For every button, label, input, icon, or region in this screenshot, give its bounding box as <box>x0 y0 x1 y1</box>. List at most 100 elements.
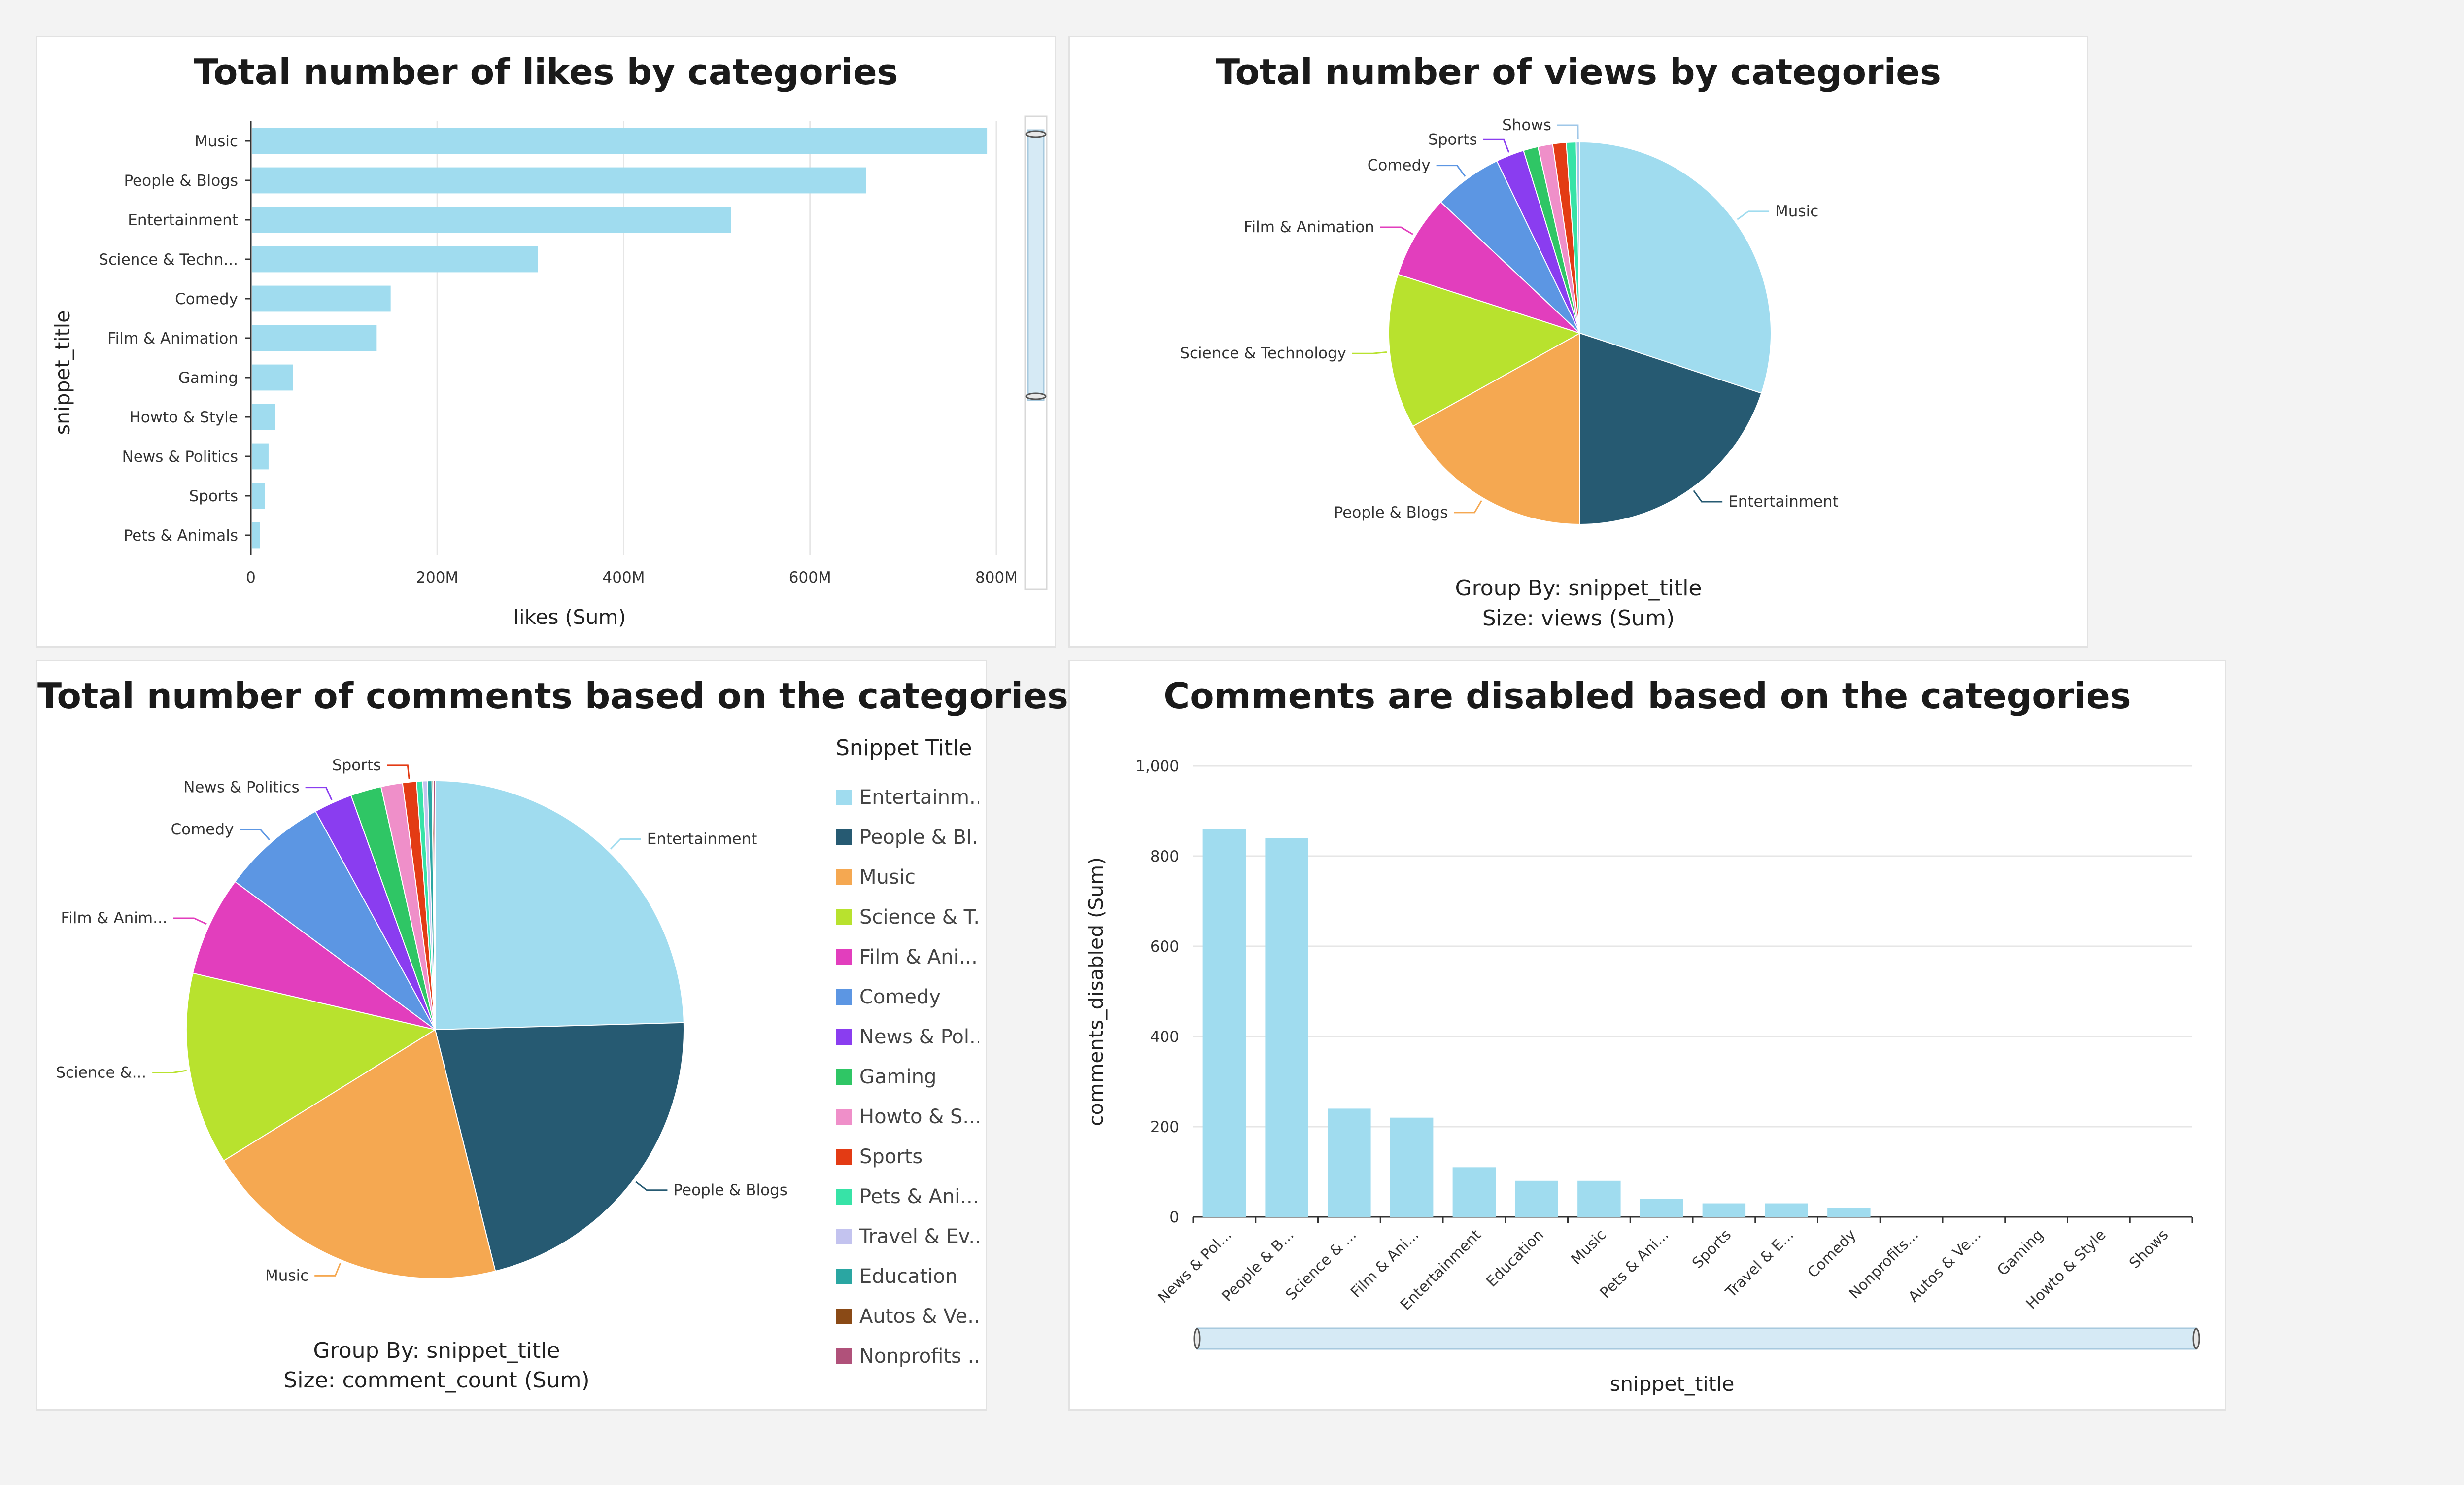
legend-item[interactable]: Music <box>836 857 979 897</box>
bar[interactable] <box>1515 1180 1558 1217</box>
legend-item[interactable]: Travel & Ev... <box>836 1216 979 1256</box>
legend-item[interactable]: Gaming <box>836 1057 979 1097</box>
y-tick-label: 800 <box>1150 848 1179 865</box>
legend-item[interactable]: Pets & Ani... <box>836 1176 979 1216</box>
views-group-by: Group By: snippet_title <box>1455 576 1702 601</box>
legend-item[interactable]: Comedy <box>836 977 979 1017</box>
comments-chart-panel: Total number of comments based on the ca… <box>36 660 1068 1411</box>
y-tick-label: 1,000 <box>1135 758 1179 775</box>
bar[interactable] <box>252 404 275 430</box>
legend-label: News & Pol... <box>859 1025 979 1048</box>
legend-item[interactable]: Sports <box>836 1137 979 1176</box>
bar[interactable] <box>1452 1167 1496 1217</box>
legend-swatch <box>836 949 852 965</box>
legend-item[interactable]: Autos & Ve... <box>836 1296 979 1336</box>
legend-swatch <box>836 1348 852 1364</box>
legend-swatch <box>836 1228 852 1244</box>
bar[interactable] <box>252 483 265 509</box>
pie-slice-label: Comedy <box>1368 157 1431 174</box>
scrollbar-thumb[interactable] <box>1196 1327 2197 1350</box>
legend-label: Film & Ani... <box>859 945 978 968</box>
legend-swatch <box>836 1188 852 1205</box>
pie-leader-line <box>1557 124 1579 139</box>
legend-title: Snippet Title <box>836 735 972 760</box>
legend-items[interactable]: Entertainm... People & Bl... Music Science … <box>836 777 979 1376</box>
legend-swatch <box>836 789 852 805</box>
legend-item[interactable]: Education <box>836 1256 979 1296</box>
legend-item[interactable]: Entertainm... <box>836 777 979 817</box>
scrollbar-handle-right[interactable] <box>2192 1328 2200 1349</box>
pie-slice[interactable] <box>435 780 684 1031</box>
y-tick-label: 400 <box>1150 1028 1179 1046</box>
pie-slice-label: Sports <box>332 757 381 774</box>
x-tick-label: 400M <box>603 569 645 587</box>
disabled-chart-panel: Comments are disabled based on the categ… <box>1068 660 2226 1411</box>
bar[interactable] <box>1765 1203 1808 1217</box>
legend-label: Nonprofits ... <box>859 1345 979 1368</box>
bar[interactable] <box>1328 1108 1371 1217</box>
legend-label: Howto & S... <box>859 1105 979 1128</box>
pie-leader-line <box>1380 226 1413 235</box>
legend-swatch <box>836 1029 852 1045</box>
bar[interactable] <box>1390 1117 1434 1217</box>
bar[interactable] <box>252 246 538 273</box>
disabled-bar-chart: 02004006008001,000News & Pol...People & … <box>1084 758 2200 1396</box>
likes-chart-panel: Total number of likes by categories 0 200… <box>36 36 1056 648</box>
bar[interactable] <box>1202 829 1246 1217</box>
y-tick-label: 600 <box>1150 938 1179 956</box>
scrollbar-handle-top[interactable] <box>1025 130 1047 138</box>
pie-slice-label: Sports <box>1428 131 1477 148</box>
pie-slice-label: Music <box>265 1267 308 1284</box>
y-tick-label: Sports <box>189 487 238 505</box>
legend-item[interactable]: Howto & S... <box>836 1097 979 1137</box>
bar[interactable] <box>252 285 391 312</box>
pie-slice-label: Entertainment <box>647 830 757 848</box>
legend-swatch <box>836 1108 852 1125</box>
scrollbar-handle-bottom[interactable] <box>1025 392 1047 400</box>
legend-label: Autos & Ve... <box>859 1305 979 1328</box>
bar[interactable] <box>1640 1199 1683 1217</box>
pie-leader-line <box>387 764 410 779</box>
bar[interactable] <box>252 443 269 470</box>
y-tick-label: 200 <box>1150 1118 1179 1136</box>
legend-label: Gaming <box>859 1065 937 1088</box>
pie-leader-line <box>314 1262 342 1277</box>
pie-leader-line <box>610 838 641 850</box>
y-tick-label: Music <box>195 133 238 150</box>
pie-leader-line <box>635 1181 668 1191</box>
legend-label: Science & T... <box>859 905 979 929</box>
bar[interactable] <box>1265 838 1308 1217</box>
bar[interactable] <box>1702 1203 1746 1217</box>
bar[interactable] <box>1577 1180 1621 1217</box>
x-tick-label: Music <box>1568 1226 1609 1268</box>
bar[interactable] <box>252 207 731 233</box>
legend-item[interactable]: News & Pol... <box>836 1017 979 1057</box>
legend-item[interactable]: Science & T... <box>836 897 979 937</box>
y-tick-label: News & Politics <box>122 448 238 466</box>
legend-item[interactable]: Nonprofits ... <box>836 1336 979 1376</box>
legend-swatch <box>836 1069 852 1085</box>
pie-slice-label: News & Politics <box>183 779 299 796</box>
views-size: Size: views (Sum) <box>1482 606 1675 631</box>
bar[interactable] <box>1827 1208 1871 1217</box>
pie-leader-line <box>1693 490 1723 503</box>
scrollbar-thumb[interactable] <box>1027 129 1045 401</box>
legend-item[interactable]: Film & Ani... <box>836 937 979 977</box>
legend-label: Comedy <box>859 985 941 1008</box>
pie-slice-label: Shows <box>1502 116 1551 134</box>
x-tick-label: Shows <box>2126 1226 2172 1272</box>
bar[interactable] <box>252 128 988 154</box>
bar[interactable] <box>252 364 293 391</box>
x-tick-label: 600M <box>789 569 831 587</box>
pie-slice-label: Music <box>1775 203 1818 220</box>
legend-item[interactable]: People & Bl... <box>836 817 979 857</box>
pie-slice-label: Comedy <box>171 821 234 838</box>
pie-leader-line <box>240 829 270 841</box>
bar[interactable] <box>252 522 260 549</box>
bar[interactable] <box>252 325 377 351</box>
pie-slice-label: Science &... <box>56 1064 146 1081</box>
legend-swatch <box>836 989 852 1005</box>
bar[interactable] <box>252 167 866 194</box>
scrollbar-handle-left[interactable] <box>1193 1328 1201 1349</box>
comments-legend[interactable]: Snippet Title Entertainm... People & Bl..… <box>836 735 979 1397</box>
